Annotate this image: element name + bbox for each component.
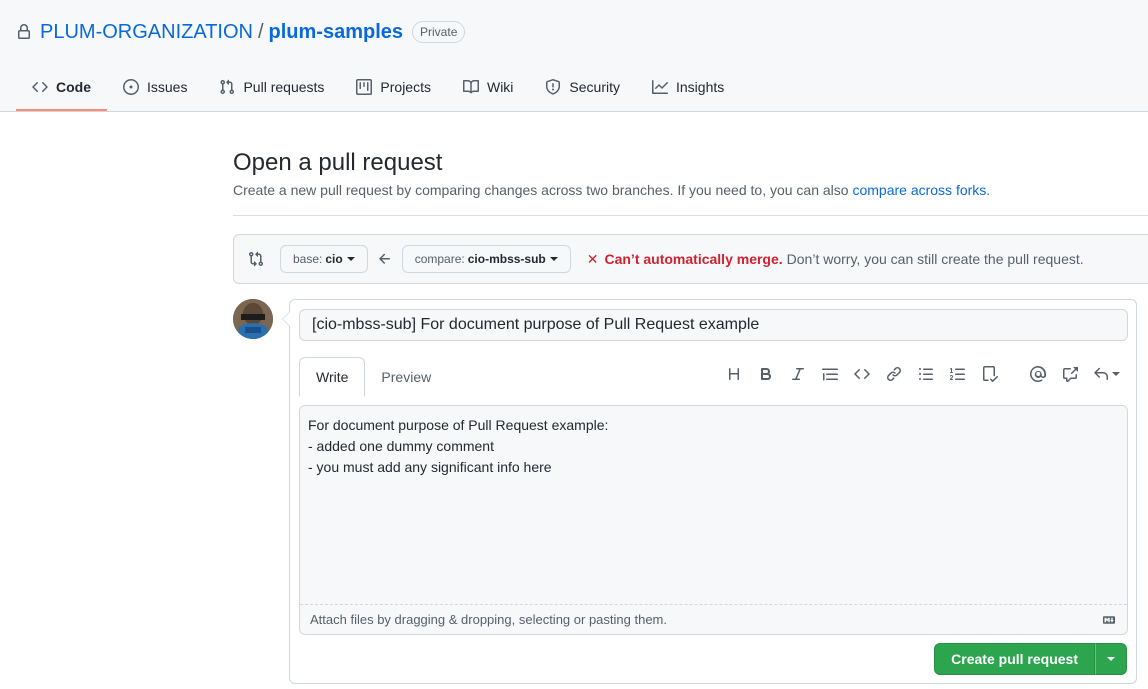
- range-editor: base: cio compare: cio-mbss-sub ✕ Can’t …: [233, 234, 1148, 284]
- tab-issues[interactable]: Issues: [107, 64, 203, 110]
- repo-name-link[interactable]: plum-samples: [269, 21, 403, 44]
- base-branch-select[interactable]: base: cio: [280, 245, 368, 273]
- compare-branch-name: cio-mbss-sub: [467, 252, 546, 266]
- avatar[interactable]: [233, 299, 273, 339]
- page-subtitle-text: Create a new pull request by comparing c…: [233, 182, 849, 198]
- list-ordered-icon[interactable]: [942, 362, 974, 386]
- body-editor: For document purpose of Pull Request exa…: [299, 405, 1128, 635]
- page-subtitle: Create a new pull request by comparing c…: [233, 182, 990, 198]
- tab-insights[interactable]: Insights: [636, 64, 740, 110]
- divider: [233, 215, 1148, 216]
- quote-icon[interactable]: [814, 362, 846, 386]
- submit-group: Create pull request: [934, 643, 1127, 675]
- git-compare-icon: [249, 251, 264, 267]
- reply-icon[interactable]: [1086, 362, 1126, 386]
- compare-across-forks-link[interactable]: compare across forks: [852, 182, 986, 198]
- shield-icon: [546, 79, 561, 95]
- tab-code[interactable]: Code: [16, 64, 107, 111]
- arrow-left-icon: [378, 253, 390, 264]
- tab-security[interactable]: Security: [529, 64, 636, 110]
- base-branch-name: cio: [325, 252, 343, 266]
- pr-title-input[interactable]: [299, 309, 1128, 341]
- italic-icon[interactable]: [782, 362, 814, 386]
- tab-preview[interactable]: Preview: [365, 357, 447, 397]
- x-icon: ✕: [586, 250, 599, 267]
- repo-owner-link[interactable]: PLUM-ORGANIZATION: [40, 21, 253, 44]
- tab-projects[interactable]: Projects: [340, 64, 447, 110]
- tasklist-icon[interactable]: [974, 362, 1006, 386]
- issue-opened-icon: [123, 79, 139, 95]
- heading-icon[interactable]: [718, 362, 750, 386]
- chevron-down-icon: [346, 257, 355, 261]
- book-icon: [462, 79, 479, 94]
- create-pull-request-options-button[interactable]: [1095, 643, 1127, 675]
- tab-wiki-label: Wiki: [486, 79, 514, 95]
- merge-note: Don’t worry, you can still create the pu…: [786, 251, 1084, 267]
- bold-icon[interactable]: [750, 362, 782, 386]
- tab-write[interactable]: Write: [299, 357, 366, 397]
- tab-code-label: Code: [56, 79, 91, 95]
- editor-tabs: Write Preview: [299, 357, 447, 397]
- cross-reference-icon[interactable]: [1054, 362, 1086, 386]
- page-title: Open a pull request: [233, 149, 443, 176]
- tab-projects-label: Projects: [380, 79, 431, 95]
- merge-status: Can’t automatically merge.: [604, 251, 783, 267]
- pull-request-form: Write Preview: [282, 299, 1137, 684]
- mention-icon[interactable]: [1022, 362, 1054, 386]
- pr-body-textarea[interactable]: For document purpose of Pull Request exa…: [300, 406, 1127, 605]
- code-icon: [32, 82, 48, 92]
- lock-icon: [16, 24, 32, 40]
- create-pull-request-button[interactable]: Create pull request: [934, 643, 1095, 675]
- project-icon: [356, 79, 373, 95]
- repo-header: PLUM-ORGANIZATION / plum-samples Private…: [0, 0, 1148, 112]
- markdown-toolbar: [718, 362, 1126, 386]
- graph-icon: [652, 80, 668, 94]
- chevron-down-icon: [1107, 657, 1115, 661]
- repo-title: PLUM-ORGANIZATION / plum-samples Private: [16, 18, 466, 46]
- tab-pull-requests[interactable]: Pull requests: [203, 64, 340, 110]
- tab-insights-label: Insights: [676, 79, 725, 95]
- git-pull-request-icon: [220, 79, 235, 95]
- tab-security-label: Security: [569, 79, 620, 95]
- attach-hint: Attach files by dragging & dropping, sel…: [310, 612, 667, 627]
- chevron-down-icon: [549, 257, 558, 261]
- tab-wiki[interactable]: Wiki: [447, 64, 529, 110]
- attach-files-bar[interactable]: Attach files by dragging & dropping, sel…: [300, 604, 1127, 634]
- code-icon[interactable]: [846, 362, 878, 386]
- page-subtitle-end: .: [986, 182, 991, 198]
- tab-issues-label: Issues: [147, 79, 188, 95]
- link-icon[interactable]: [878, 362, 910, 386]
- list-unordered-icon[interactable]: [910, 362, 942, 386]
- markdown-icon: [1103, 616, 1115, 624]
- visibility-badge: Private: [412, 21, 466, 43]
- chevron-down-icon: [1111, 372, 1120, 376]
- repo-separator: /: [257, 20, 264, 43]
- repo-nav-tabs: Code Issues Pull requests Projects Wiki …: [16, 64, 740, 112]
- tab-pull-requests-label: Pull requests: [243, 79, 325, 95]
- base-branch-prefix: base:: [293, 252, 323, 266]
- compare-branch-select[interactable]: compare: cio-mbss-sub: [401, 245, 571, 273]
- compare-branch-prefix: compare:: [414, 252, 465, 266]
